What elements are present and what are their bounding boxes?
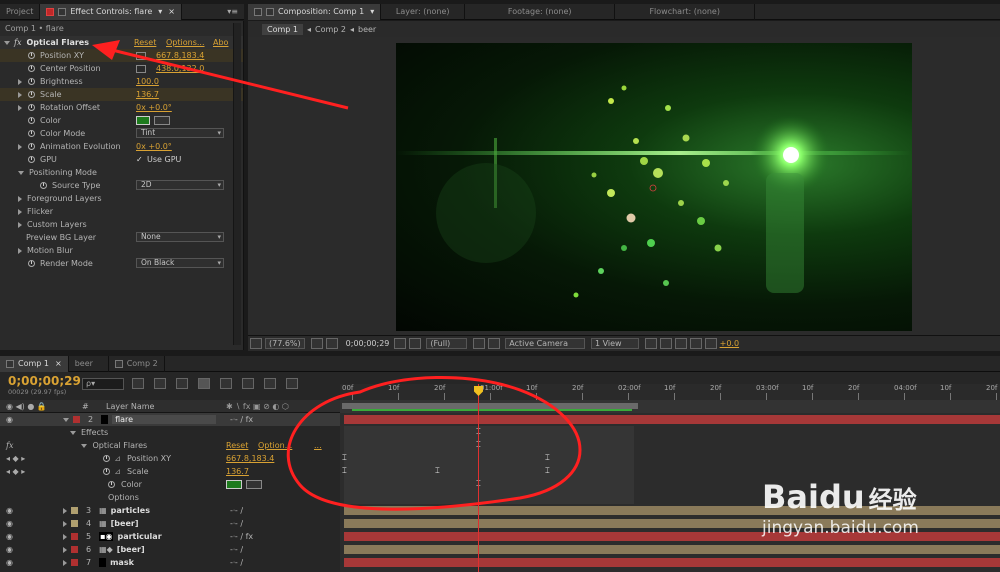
annotation-arrow	[103, 46, 349, 110]
watermark-url: jingyan.baidu.com	[762, 518, 919, 538]
arrow-head-icon	[92, 40, 120, 60]
watermark: Baidu 经验 jingyan.baidu.com	[762, 478, 994, 552]
watermark-brand: Baidu	[762, 478, 865, 516]
annotation-circle	[286, 375, 582, 511]
watermark-brand-cn: 经验	[868, 485, 917, 514]
